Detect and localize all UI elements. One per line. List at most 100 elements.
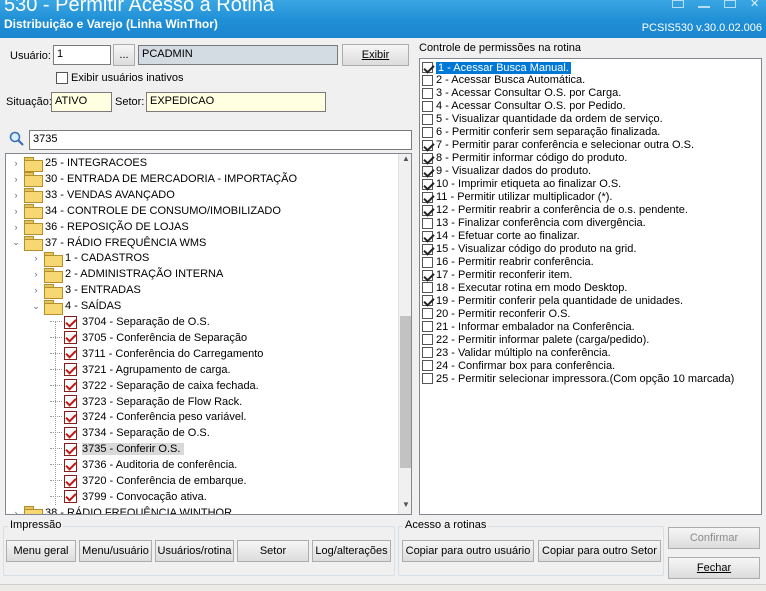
permission-checkbox[interactable] — [422, 217, 433, 229]
tree-folder-node[interactable]: ⌄ 37 - RÁDIO FREQUÊNCIA WMS — [10, 235, 206, 251]
routine-checkbox[interactable] — [64, 474, 77, 488]
permission-checkbox[interactable] — [422, 308, 433, 320]
tree-routine-node[interactable]: 3720 - Conferência de embarque. — [50, 473, 247, 489]
tree-routine-node[interactable]: 3722 - Separação de caixa fechada. — [50, 378, 259, 394]
tree-folder-node[interactable]: › 33 - VENDAS AVANÇADO — [10, 187, 175, 204]
routine-checkbox[interactable] — [64, 363, 77, 377]
tree-routine-node[interactable]: 3721 - Agrupamento de carga. — [50, 362, 231, 378]
permission-item[interactable]: 24 - Confirmar box para conferência. — [422, 359, 615, 372]
tree-routine-node[interactable]: 3736 - Auditoria de conferência. — [50, 457, 237, 473]
permission-item[interactable]: 18 - Executar rotina em modo Desktop. — [422, 281, 627, 294]
permission-checkbox[interactable] — [422, 321, 433, 333]
tree-folder-node[interactable]: › 38 - RÁDIO FREQUÊNCIA WINTHOR — [10, 505, 232, 514]
chevron-right-icon[interactable]: › — [10, 174, 22, 184]
scrollbar-thumb[interactable] — [400, 316, 411, 468]
permission-checkbox[interactable] — [422, 347, 433, 359]
permission-checkbox[interactable] — [422, 191, 433, 203]
permission-item[interactable]: 25 - Permitir selecionar impressora.(Com… — [422, 372, 734, 385]
scroll-up-icon[interactable]: ▲ — [399, 154, 411, 168]
copy-to-sector-button[interactable]: Copiar para outro Setor — [538, 540, 661, 562]
permission-checkbox[interactable] — [422, 230, 433, 242]
tree-routine-node[interactable]: 3705 - Conferência de Separação — [50, 330, 247, 346]
tree-routine-node[interactable]: 3724 - Conferência peso variável. — [50, 409, 246, 425]
chevron-right-icon[interactable]: › — [30, 253, 42, 263]
permission-item[interactable]: 8 - Permitir informar código do produto. — [422, 152, 627, 165]
permission-item[interactable]: 14 - Efetuar corte ao finalizar. — [422, 230, 580, 243]
view-button[interactable]: Exibir — [342, 44, 409, 66]
permission-item[interactable]: 19 - Permitir conferir pela quantidade d… — [422, 294, 683, 307]
copy-to-user-button[interactable]: Copiar para outro usuário — [402, 540, 534, 562]
maximize-icon[interactable] — [724, 0, 736, 8]
print-users-routine-button[interactable]: Usuários/rotina — [155, 540, 234, 562]
close-button[interactable]: Fechar — [668, 557, 760, 579]
edit-icon[interactable] — [672, 0, 684, 8]
permission-checkbox[interactable] — [422, 113, 433, 125]
routine-checkbox[interactable] — [64, 426, 77, 440]
tree-folder-node[interactable]: › 25 - INTEGRACOES — [10, 155, 147, 172]
permission-item[interactable]: 17 - Permitir reconferir item. — [422, 269, 572, 282]
permission-item[interactable]: 21 - Informar embalador na Conferência. — [422, 320, 635, 333]
permission-checkbox[interactable] — [422, 62, 433, 73]
permission-item[interactable]: 15 - Visualizar código do produto na gri… — [422, 243, 636, 256]
routine-checkbox[interactable] — [64, 442, 77, 456]
tree-routine-node[interactable]: 3723 - Separação de Flow Rack. — [50, 394, 242, 410]
chevron-right-icon[interactable]: › — [30, 285, 42, 295]
scroll-down-icon[interactable]: ▼ — [399, 500, 411, 514]
permission-checkbox[interactable] — [422, 87, 433, 99]
permission-item[interactable]: 13 - Finalizar conferência com divergênc… — [422, 217, 646, 230]
user-lookup-button[interactable]: ... — [113, 44, 135, 66]
user-code-field[interactable]: 1 — [53, 45, 111, 65]
permission-checkbox[interactable] — [422, 152, 433, 164]
tree-scrollbar[interactable]: ▲ ▼ — [398, 154, 411, 514]
permission-item[interactable]: 10 - Imprimir etiqueta ao finalizar O.S. — [422, 178, 621, 191]
confirm-button[interactable]: Confirmar — [668, 527, 760, 549]
permission-checkbox[interactable] — [422, 100, 433, 112]
permission-checkbox[interactable] — [422, 373, 433, 385]
inactive-users-toggle[interactable]: Exibir usuários inativos — [56, 72, 184, 84]
chevron-right-icon[interactable]: › — [10, 190, 22, 200]
chevron-right-icon[interactable]: › — [30, 269, 42, 279]
routine-checkbox[interactable] — [64, 347, 77, 361]
tree-folder-node[interactable]: ⌄ 4 - SAÍDAS — [30, 298, 121, 315]
tree-routine-node[interactable]: 3704 - Separação de O.S. — [50, 314, 210, 330]
routine-checkbox[interactable] — [64, 315, 77, 329]
permission-item[interactable]: 20 - Permitir reconferir O.S. — [422, 307, 570, 320]
search-input[interactable]: 3735 — [29, 130, 412, 150]
print-user-menu-button[interactable]: Menu/usuário — [79, 540, 152, 562]
chevron-right-icon[interactable]: › — [10, 222, 22, 232]
permission-checkbox[interactable] — [422, 295, 433, 307]
tree-routine-node[interactable]: 3734 - Separação de O.S. — [50, 425, 210, 441]
routine-checkbox[interactable] — [64, 395, 77, 408]
permission-checkbox[interactable] — [422, 126, 433, 138]
tree-routine-node[interactable]: 3711 - Conferência do Carregamento — [50, 346, 263, 362]
permission-item[interactable]: 22 - Permitir informar palete (carga/ped… — [422, 333, 649, 346]
tree-routine-node[interactable]: 3799 - Convocação ativa. — [50, 489, 207, 505]
routine-checkbox[interactable] — [64, 410, 77, 424]
tree-folder-node[interactable]: › 34 - CONTROLE DE CONSUMO/IMOBILIZADO — [10, 203, 281, 220]
permission-item[interactable]: 2 - Acessar Busca Automática. — [422, 74, 585, 87]
permission-item[interactable]: 5 - Visualizar quantidade da ordem de se… — [422, 113, 663, 126]
close-icon[interactable]: ✕ — [750, 0, 762, 10]
permission-checkbox[interactable] — [422, 360, 433, 372]
chevron-right-icon[interactable]: › — [10, 158, 22, 168]
routine-tree[interactable]: › 25 - INTEGRACOES › 30 - ENTRADA DE MERCAD… — [5, 153, 412, 515]
chevron-right-icon[interactable]: › — [10, 508, 22, 514]
chevron-down-icon[interactable]: ⌄ — [30, 301, 42, 312]
permission-checkbox[interactable] — [422, 334, 433, 346]
permission-item[interactable]: 4 - Acessar Consultar O.S. por Pedido. — [422, 100, 626, 113]
permission-item[interactable]: 1 - Acessar Busca Manual. — [422, 61, 571, 74]
print-sector-button[interactable]: Setor — [237, 540, 309, 562]
permission-checkbox[interactable] — [422, 282, 433, 294]
permission-item[interactable]: 7 - Permitir parar conferência e selecio… — [422, 139, 694, 152]
permission-item[interactable]: 3 - Acessar Consultar O.S. por Carga. — [422, 87, 621, 100]
permission-checkbox[interactable] — [422, 178, 433, 190]
inactive-users-checkbox[interactable] — [56, 72, 68, 84]
routine-checkbox[interactable] — [64, 490, 77, 504]
permission-checkbox[interactable] — [422, 204, 433, 216]
permission-checkbox[interactable] — [422, 139, 433, 151]
print-log-button[interactable]: Log/alterações — [312, 540, 391, 562]
print-general-menu-button[interactable]: Menu geral — [6, 540, 76, 562]
permission-checkbox[interactable] — [422, 269, 433, 281]
permission-item[interactable]: 11 - Permitir utilizar multiplicador (*)… — [422, 191, 612, 204]
permission-checkbox[interactable] — [422, 243, 433, 255]
